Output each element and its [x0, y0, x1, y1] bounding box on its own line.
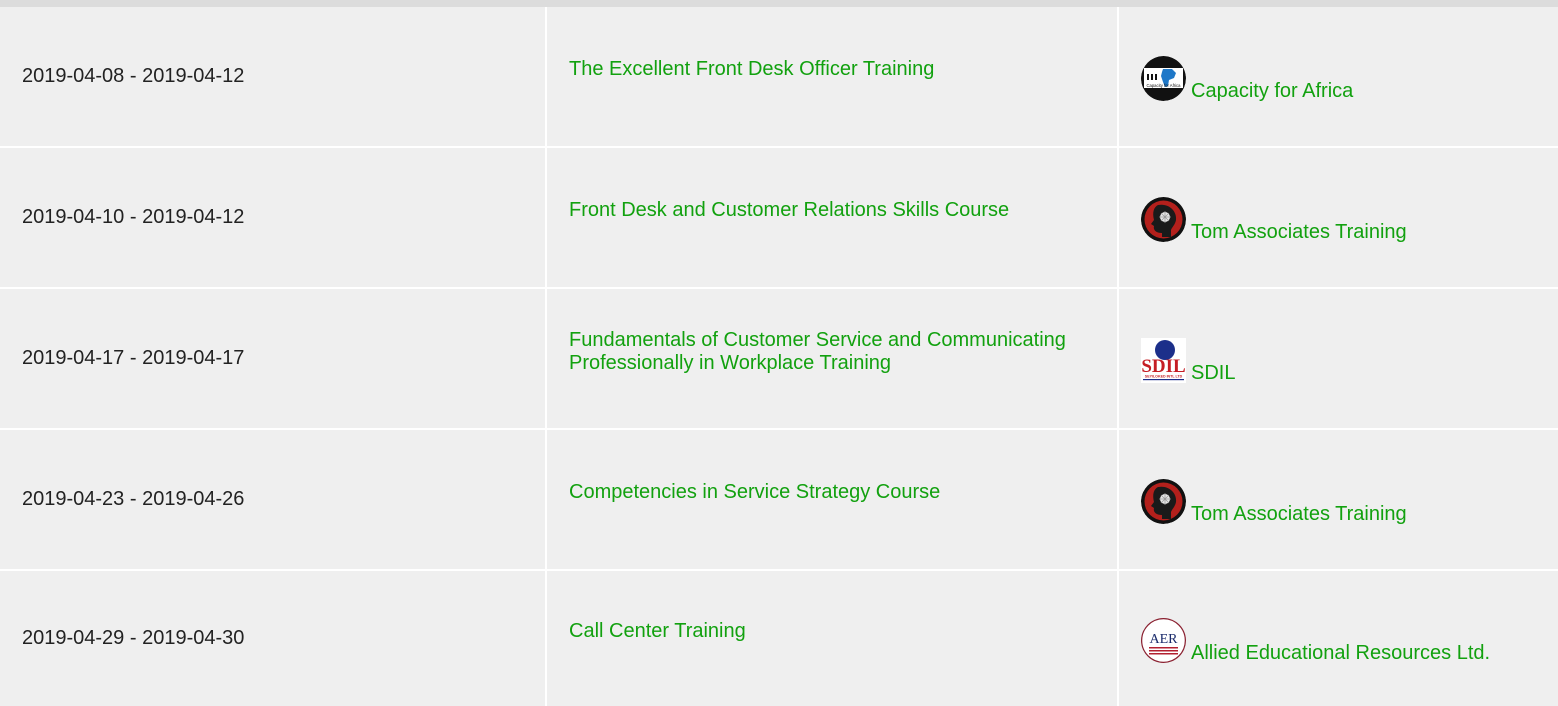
logo-subtext: SEYILOKED INTL LTD [1145, 375, 1183, 379]
tom-associates-logo-icon[interactable] [1141, 197, 1186, 242]
course-cell: Front Desk and Customer Relations Skills… [547, 148, 1119, 289]
aer-logo-icon[interactable]: AER [1141, 618, 1186, 663]
date-range-cell: 2019-04-29 - 2019-04-30 [0, 571, 547, 706]
course-schedule-table: 2019-04-08 - 2019-04-12 The Excellent Fr… [0, 0, 1558, 706]
date-range-cell: 2019-04-10 - 2019-04-12 [0, 148, 547, 289]
logo-text: Capacity for Africa [1147, 83, 1182, 88]
table-row: 2019-04-23 - 2019-04-26 Competencies in … [0, 430, 1558, 571]
date-range-cell: 2019-04-08 - 2019-04-12 [0, 7, 547, 148]
date-range-cell: 2019-04-17 - 2019-04-17 [0, 289, 547, 430]
sdil-logo-icon[interactable]: SDIL SEYILOKED INTL LTD [1141, 338, 1186, 383]
provider-link[interactable]: SDIL [1191, 363, 1235, 383]
provider-cell: Capacity for Africa Capacity for Africa [1119, 7, 1558, 148]
provider: SDIL SEYILOKED INTL LTD SDIL [1141, 338, 1558, 383]
course-link[interactable]: Competencies in Service Strategy Course [569, 481, 1089, 504]
provider: AER Allied Educational Resources Ltd. [1141, 618, 1558, 663]
provider-link[interactable]: Tom Associates Training [1191, 222, 1407, 242]
logo-text: AER [1150, 632, 1179, 647]
provider-cell: AER Allied Educational Resources Ltd. [1119, 571, 1558, 706]
table-row: 2019-04-10 - 2019-04-12 Front Desk and C… [0, 148, 1558, 289]
provider: Capacity for Africa Capacity for Africa [1141, 56, 1558, 101]
provider-link[interactable]: Allied Educational Resources Ltd. [1191, 643, 1490, 663]
course-link[interactable]: Call Center Training [569, 620, 1089, 643]
course-link[interactable]: The Excellent Front Desk Officer Trainin… [569, 58, 1089, 81]
provider: Tom Associates Training [1141, 197, 1558, 242]
capacity-for-africa-logo-icon[interactable]: Capacity for Africa [1141, 56, 1186, 101]
table-top-border [0, 0, 1558, 7]
provider-cell: Tom Associates Training [1119, 148, 1558, 289]
provider: Tom Associates Training [1141, 479, 1558, 524]
provider-link[interactable]: Tom Associates Training [1191, 504, 1407, 524]
table-row: 2019-04-17 - 2019-04-17 Fundamentals of … [0, 289, 1558, 430]
provider-cell: Tom Associates Training [1119, 430, 1558, 571]
events-table: 2019-04-08 - 2019-04-12 The Excellent Fr… [0, 7, 1558, 706]
course-cell: Fundamentals of Customer Service and Com… [547, 289, 1119, 430]
course-cell: Competencies in Service Strategy Course [547, 430, 1119, 571]
table-row: 2019-04-29 - 2019-04-30 Call Center Trai… [0, 571, 1558, 706]
date-range-cell: 2019-04-23 - 2019-04-26 [0, 430, 547, 571]
course-cell: Call Center Training [547, 571, 1119, 706]
course-cell: The Excellent Front Desk Officer Trainin… [547, 7, 1119, 148]
tom-associates-logo-icon[interactable] [1141, 479, 1186, 524]
provider-link[interactable]: Capacity for Africa [1191, 81, 1353, 101]
course-link[interactable]: Fundamentals of Customer Service and Com… [569, 329, 1089, 375]
provider-cell: SDIL SEYILOKED INTL LTD SDIL [1119, 289, 1558, 430]
table-row: 2019-04-08 - 2019-04-12 The Excellent Fr… [0, 7, 1558, 148]
course-link[interactable]: Front Desk and Customer Relations Skills… [569, 199, 1089, 222]
